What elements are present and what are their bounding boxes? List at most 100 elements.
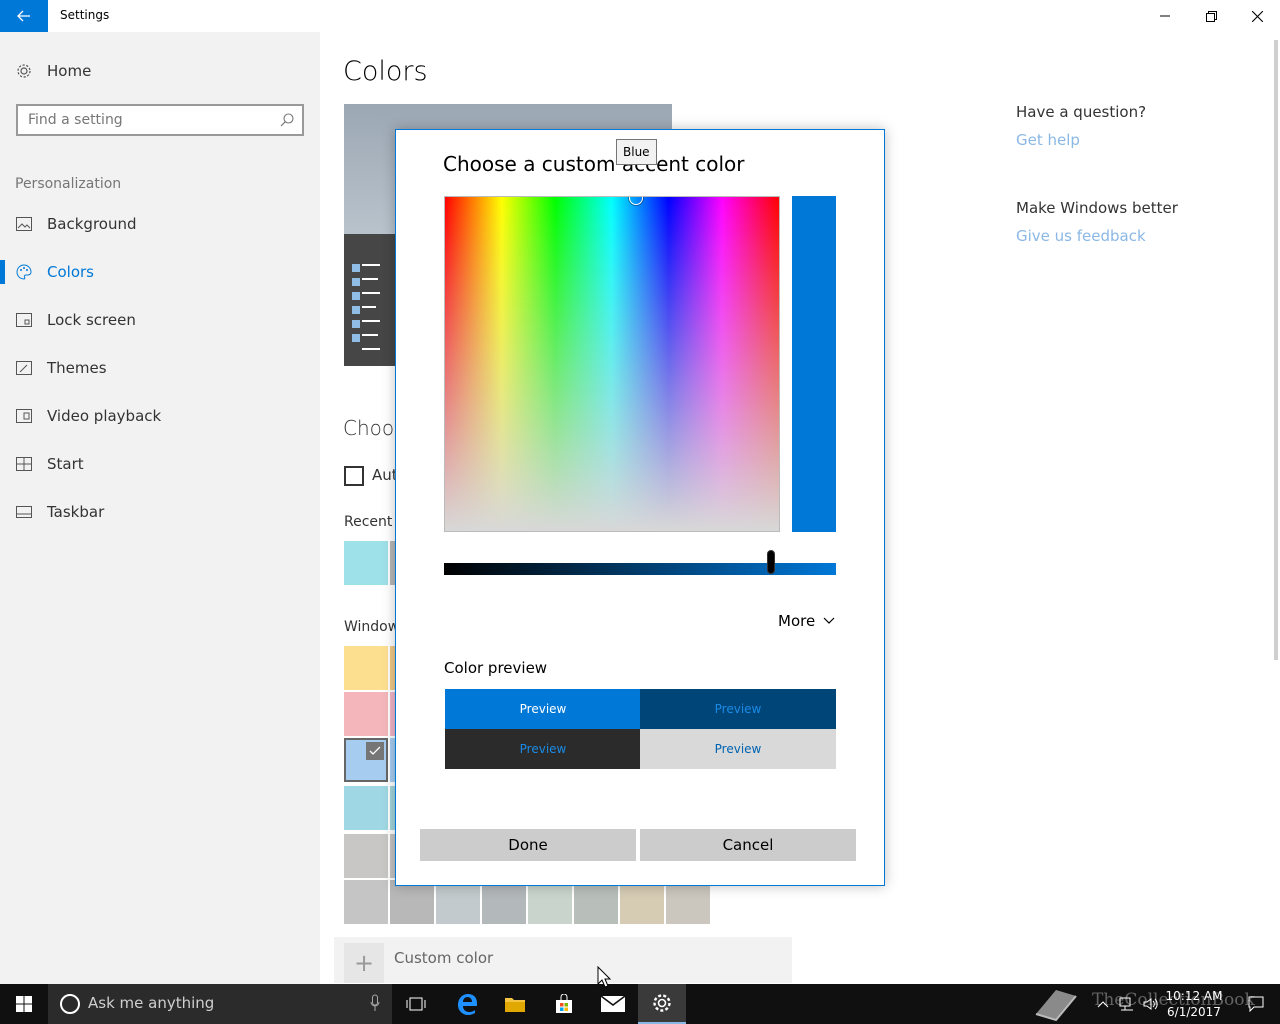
cortana-search-box[interactable]: Ask me anything (48, 984, 392, 1024)
cortana-icon (60, 994, 80, 1014)
windows-color-swatch[interactable] (436, 880, 480, 924)
clock[interactable]: 10:12 AM 6/1/2017 (1160, 988, 1228, 1020)
checkmark-icon (369, 746, 381, 755)
windows-color-swatch[interactable] (528, 880, 572, 924)
chevron-up-icon (1097, 1001, 1109, 1008)
home-nav[interactable]: Home (16, 62, 91, 80)
file-explorer-button[interactable] (491, 984, 539, 1024)
task-view-button[interactable] (392, 984, 440, 1024)
microphone-icon[interactable] (370, 994, 380, 1012)
windows-color-swatch[interactable] (574, 880, 618, 924)
done-button[interactable]: Done (420, 829, 636, 861)
store-bag-icon (556, 994, 572, 1013)
give-feedback-link[interactable]: Give us feedback (1016, 227, 1146, 245)
windows-color-swatch[interactable] (344, 786, 388, 830)
chevron-down-icon (823, 617, 835, 624)
selected-color-swatch (792, 196, 836, 532)
preview-tile-light-bg: Preview (640, 729, 836, 769)
mail-icon (601, 996, 625, 1012)
network-button[interactable] (1116, 984, 1138, 1024)
sidebar-item-themes[interactable]: Themes (0, 348, 320, 388)
show-hidden-icons-button[interactable] (1092, 984, 1114, 1024)
edge-icon (458, 994, 477, 1015)
scrollbar[interactable] (1274, 40, 1278, 660)
windows-color-swatch[interactable] (344, 834, 388, 878)
preview-line (362, 306, 376, 308)
preview-tile (352, 292, 360, 300)
preview-line (362, 292, 380, 294)
windows-color-swatch[interactable] (482, 880, 526, 924)
windows-color-swatch[interactable] (344, 880, 388, 924)
windows-color-swatch-selected[interactable] (344, 738, 388, 782)
restore-icon (1205, 10, 1217, 22)
start-menu-preview (344, 234, 396, 366)
minimize-button[interactable] (1142, 0, 1188, 32)
taskbar-icon (16, 504, 32, 520)
sidebar-item-label: Themes (47, 359, 107, 377)
close-icon (1251, 10, 1263, 22)
sidebar-item-lock-screen[interactable]: Lock screen (0, 300, 320, 340)
preview-tile (352, 264, 360, 272)
custom-color-dialog: Choose a custom accent color Blue More C… (395, 129, 885, 886)
settings-taskbar-button[interactable] (638, 984, 686, 1024)
recent-color-swatch[interactable] (344, 541, 388, 585)
auto-accent-checkbox[interactable] (344, 466, 364, 486)
windows-color-swatch[interactable] (344, 692, 388, 736)
gear-icon (17, 64, 31, 78)
sidebar-item-video-playback[interactable]: Video playback (0, 396, 320, 436)
custom-color-button[interactable]: + Custom color (334, 937, 792, 983)
auto-accent-label: Aut (372, 466, 398, 484)
sidebar: Home Find a setting Personalization Back… (0, 32, 320, 984)
windows-colors-label: Window (344, 619, 400, 635)
preview-tile-dark-bg: Preview (445, 729, 641, 769)
palette-icon (16, 264, 32, 280)
color-name-tooltip: Blue (616, 139, 657, 165)
action-center-button[interactable] (1236, 984, 1276, 1024)
brush-icon (16, 360, 32, 376)
more-toggle[interactable]: More (778, 612, 835, 630)
lock-screen-icon (16, 312, 32, 328)
get-help-link[interactable]: Get help (1016, 131, 1080, 149)
brightness-slider[interactable] (444, 550, 836, 575)
color-spectrum[interactable] (444, 196, 780, 532)
sidebar-item-start[interactable]: Start (0, 444, 320, 484)
mail-button[interactable] (589, 984, 637, 1024)
sidebar-item-colors[interactable]: Colors (0, 252, 320, 292)
back-button[interactable] (0, 0, 48, 32)
restore-button[interactable] (1188, 0, 1234, 32)
folder-icon (505, 998, 525, 1012)
edge-button[interactable] (443, 984, 491, 1024)
gear-icon (653, 994, 671, 1012)
search-input[interactable]: Find a setting (16, 104, 304, 136)
volume-button[interactable] (1140, 984, 1162, 1024)
store-button[interactable] (540, 984, 588, 1024)
windows-color-swatch[interactable] (666, 880, 710, 924)
plus-icon: + (344, 943, 384, 983)
preview-tile (352, 320, 360, 328)
taskbar: Ask me anything TheCollectionBook 10:12 … (0, 984, 1280, 1024)
task-view-icon (406, 997, 426, 1011)
feedback-heading: Make Windows better (1016, 199, 1178, 217)
question-heading: Have a question? (1016, 103, 1147, 121)
mouse-cursor-icon (597, 966, 611, 988)
sidebar-item-background[interactable]: Background (0, 204, 320, 244)
clock-time: 10:12 AM (1165, 989, 1223, 1003)
notification-icon (1248, 996, 1264, 1012)
preview-line (362, 278, 378, 280)
more-label: More (778, 612, 816, 630)
color-preview-label: Color preview (444, 659, 548, 677)
windows-color-swatch[interactable] (344, 646, 388, 690)
start-button[interactable] (0, 984, 48, 1024)
preview-tile (352, 334, 360, 342)
search-icon[interactable] (280, 113, 294, 127)
windows-color-swatch[interactable] (390, 880, 434, 924)
sidebar-item-label: Background (47, 215, 137, 233)
windows-color-swatch[interactable] (620, 880, 664, 924)
slider-thumb[interactable] (767, 550, 776, 574)
sidebar-item-taskbar[interactable]: Taskbar (0, 492, 320, 532)
cancel-button[interactable]: Cancel (640, 829, 856, 861)
preview-line (362, 264, 380, 266)
back-arrow-icon (17, 10, 30, 22)
video-icon (16, 408, 32, 424)
close-button[interactable] (1234, 0, 1280, 32)
